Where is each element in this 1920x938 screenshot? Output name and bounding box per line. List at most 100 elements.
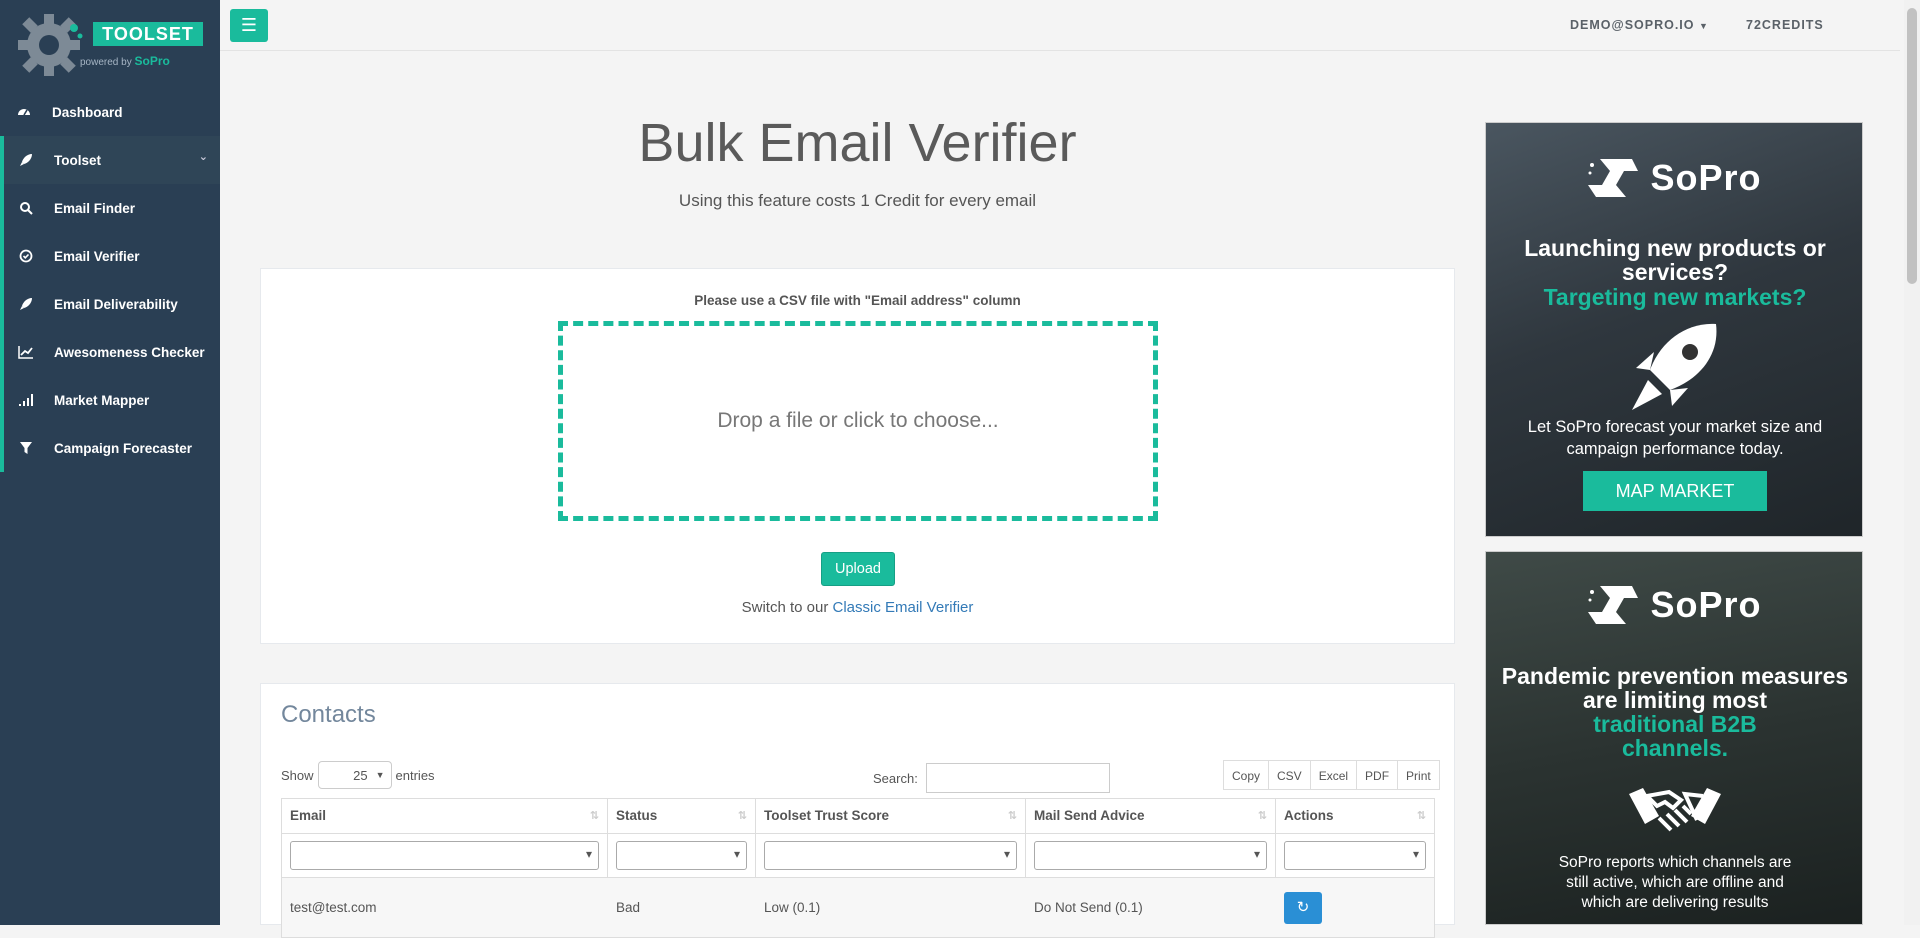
advice-filter-select[interactable]: [1034, 841, 1267, 870]
sidebar-item-label: Toolset: [54, 152, 101, 168]
search-input[interactable]: [925, 763, 1110, 793]
sidebar-item-email-finder[interactable]: Email Finder: [0, 184, 220, 232]
check-circle-icon: [16, 249, 36, 263]
toolset-logo[interactable]: TOOLSET powered by SoPro: [0, 0, 220, 88]
chevron-down-icon: ⌄: [198, 151, 208, 163]
cell-actions: ↻: [1276, 878, 1434, 937]
column-header-mail-send-advice[interactable]: Mail Send Advice ⇅: [1026, 799, 1276, 833]
sidebar-item-campaign-forecaster[interactable]: Campaign Forecaster: [0, 424, 220, 472]
column-header-actions[interactable]: Actions ⇅: [1276, 799, 1434, 833]
sidebar: TOOLSET powered by SoPro Dashboard Tools…: [0, 0, 220, 925]
credits-display[interactable]: 72CREDITS: [1746, 18, 1824, 32]
export-buttons: Copy CSV Excel PDF Print: [1223, 760, 1440, 790]
ad-banner-map-market[interactable]: SoPro Launching new products or services…: [1485, 122, 1863, 537]
caret-down-icon: ▼: [375, 770, 385, 780]
column-header-email[interactable]: Email ⇅: [282, 799, 608, 833]
table-header: Email ⇅ Status ⇅ Toolset Trust Score ⇅ Mail…: [281, 798, 1435, 834]
hamburger-icon: ☰: [240, 15, 258, 35]
column-filters: [281, 834, 1435, 878]
pdf-button[interactable]: PDF: [1357, 760, 1399, 790]
status-filter-select[interactable]: [616, 841, 747, 870]
sort-icon: ⇅: [1007, 810, 1017, 822]
signal-icon: [16, 393, 36, 407]
switch-verifier-text: Switch to our Classic Email Verifier: [741, 599, 974, 616]
caret-down-icon: ▼: [1699, 21, 1709, 31]
sort-icon: ⇅: [1257, 810, 1267, 822]
page-scrollbar[interactable]: [1904, 0, 1920, 925]
sidebar-item-label: Market Mapper: [54, 392, 150, 408]
sidebar-item-label: Email Deliverability: [54, 296, 178, 312]
entries-select[interactable]: 25 ▼: [317, 761, 392, 789]
ad-banner-channels[interactable]: SoPro Pandemic prevention measures are l…: [1485, 551, 1863, 925]
ad-brand: SoPro: [1486, 155, 1862, 201]
dashboard-icon: [14, 105, 34, 119]
classic-email-verifier-link[interactable]: Classic Email Verifier: [833, 599, 974, 616]
email-filter-select[interactable]: [290, 841, 599, 870]
user-menu[interactable]: DEMO@SOPRO.IO ▼: [1570, 18, 1709, 32]
ad-headline: Pandemic prevention measures are limitin…: [1501, 663, 1849, 713]
contacts-table: Email ⇅ Status ⇅ Toolset Trust Score ⇅ Mail…: [281, 798, 1435, 938]
sopro-logo-icon: [1588, 586, 1639, 624]
table-row: test@test.com Bad Low (0.1) Do Not Send …: [281, 878, 1435, 938]
filter-icon: [16, 441, 36, 455]
csv-instructions: Please use a CSV file with "Email addres…: [694, 293, 1021, 308]
file-dropzone[interactable]: Drop a file or click to choose...: [558, 321, 1158, 521]
sidebar-item-awesomeness-checker[interactable]: Awesomeness Checker: [0, 328, 220, 376]
upload-panel: Please use a CSV file with "Email addres…: [260, 268, 1455, 644]
sidebar-item-dashboard[interactable]: Dashboard: [0, 88, 220, 136]
sidebar-item-label: Awesomeness Checker: [54, 344, 205, 360]
contacts-panel: Contacts Show 25 ▼ entries Search: Copy …: [260, 683, 1455, 938]
toolset-badge: TOOLSET: [93, 22, 203, 46]
sidebar-item-label: Dashboard: [52, 104, 123, 120]
sidebar-item-market-mapper[interactable]: Market Mapper: [0, 376, 220, 424]
map-market-button[interactable]: MAP MARKET: [1583, 471, 1767, 511]
menu-toggle-button[interactable]: ☰: [230, 9, 268, 42]
column-header-trust-score[interactable]: Toolset Trust Score ⇅: [756, 799, 1026, 833]
sort-icon: ⇅: [737, 810, 747, 822]
excel-button[interactable]: Excel: [1310, 760, 1358, 790]
sidebar-item-email-deliverability[interactable]: Email Deliverability: [0, 280, 220, 328]
ad-headline: Launching new products or services?: [1524, 235, 1826, 285]
refresh-icon: ↻: [1296, 899, 1310, 916]
rocket-icon: [16, 297, 36, 311]
actions-filter-select[interactable]: [1284, 841, 1426, 870]
trust-score-filter-select[interactable]: [764, 841, 1017, 870]
page-title: Bulk Email Verifier: [638, 113, 1077, 173]
dropzone-label: Drop a file or click to choose...: [717, 409, 999, 432]
gear-icon: [18, 14, 83, 76]
sidebar-item-toolset[interactable]: Toolset ⌄: [0, 136, 220, 184]
entries-length-control: Show 25 ▼ entries: [281, 761, 435, 789]
print-button[interactable]: Print: [1398, 760, 1440, 790]
sidebar-item-label: Email Verifier: [54, 248, 140, 264]
line-chart-icon: [16, 345, 36, 359]
cell-trust-score: Low (0.1): [764, 900, 821, 915]
cell-status: Bad: [616, 900, 641, 915]
sidebar-item-email-verifier[interactable]: Email Verifier: [0, 232, 220, 280]
contacts-title: Contacts: [281, 701, 376, 728]
cell-mail-send-advice: Do Not Send (0.1): [1034, 900, 1143, 915]
csv-button[interactable]: CSV: [1269, 760, 1311, 790]
ad-brand: SoPro: [1486, 582, 1862, 628]
search-icon: [16, 201, 36, 215]
sidebar-item-label: Email Finder: [54, 200, 136, 216]
rocket-icon: [1632, 323, 1717, 410]
rocket-icon: [16, 153, 36, 167]
ad-body-text: Let SoPro forecast your market size and …: [1527, 418, 1823, 458]
ad-body-text: SoPro reports which channels are still a…: [1558, 854, 1792, 911]
sidebar-nav: Dashboard Toolset ⌄ Email Finder Email V…: [0, 88, 220, 472]
ad-headline-highlight: Targeting new markets?: [1543, 284, 1807, 310]
sort-icon: ⇅: [1416, 810, 1426, 822]
scrollbar-thumb[interactable]: [1907, 8, 1917, 284]
page-subtitle: Using this feature costs 1 Credit for ev…: [678, 191, 1037, 210]
ad-headline-highlight: traditional B2B channels.: [1593, 711, 1757, 761]
copy-button[interactable]: Copy: [1223, 760, 1270, 790]
handshake-icon: [1629, 788, 1721, 832]
sopro-logo-icon: [1588, 159, 1639, 197]
top-bar: ☰ DEMO@SOPRO.IO ▼ 72CREDITS: [220, 0, 1900, 51]
column-header-status[interactable]: Status ⇅: [608, 799, 756, 833]
upload-button[interactable]: Upload: [821, 552, 895, 586]
table-search: Search:: [873, 763, 1110, 793]
refresh-button[interactable]: ↻: [1284, 892, 1322, 924]
sort-icon: ⇅: [589, 810, 599, 822]
sidebar-item-label: Campaign Forecaster: [54, 440, 193, 456]
